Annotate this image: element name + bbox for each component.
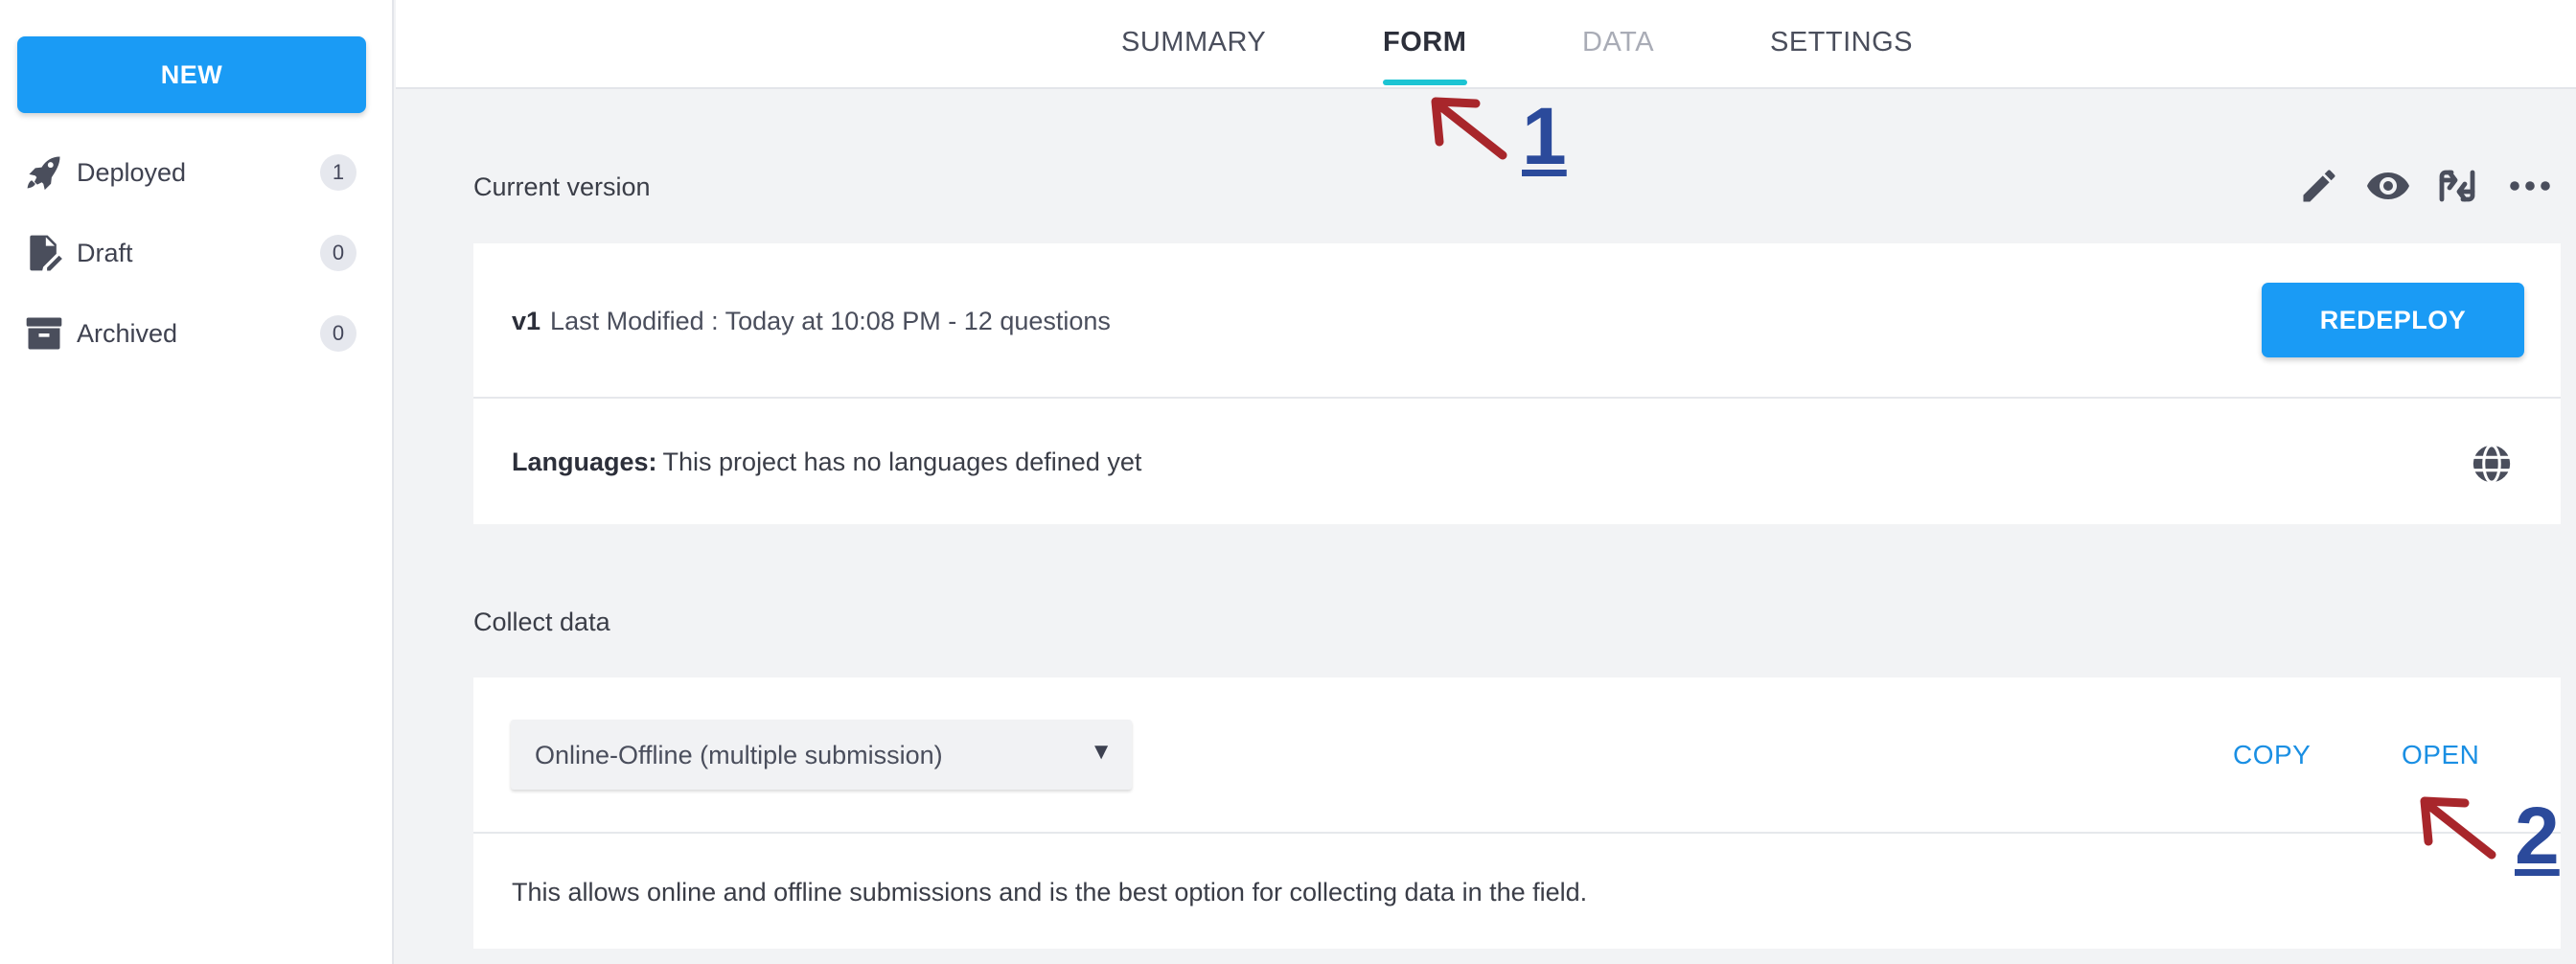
replace-icon[interactable] [2432,161,2482,211]
open-link-button[interactable]: OPEN [2402,740,2479,770]
count-badge: 0 [320,315,356,352]
collect-description: This allows online and offline submissio… [512,878,1588,907]
annotation-number-1: 1 [1522,91,1567,181]
languages-label: Languages: [512,448,657,476]
annotation-number-2: 2 [2515,791,2560,881]
sidebar-item-label: Archived [77,318,178,348]
globe-icon[interactable] [2469,441,2515,487]
draft-icon [23,232,65,274]
annotation-arrow-1 [1431,97,1507,160]
collection-method-select[interactable]: Online-Offline (multiple submission) ▼ [511,720,1132,790]
edit-icon[interactable] [2294,161,2344,211]
copy-link-button[interactable]: COPY [2233,740,2311,770]
preview-icon[interactable] [2363,161,2413,211]
tab-bar [396,0,2576,89]
sidebar-item-deployed[interactable]: Deployed 1 [0,139,394,206]
version-number: v1 [512,307,541,335]
sidebar-item-archived[interactable]: Archived 0 [0,300,394,367]
languages-text: This project has no languages defined ye… [662,448,1142,476]
new-button[interactable]: NEW [17,36,366,113]
collect-data-card [473,677,2561,949]
archive-icon [23,312,65,355]
sidebar-item-label: Deployed [77,157,187,187]
active-tab-indicator [1383,80,1467,85]
more-icon[interactable] [2505,161,2555,211]
divider [473,397,2561,399]
current-version-card [473,243,2561,524]
sidebar-item-label: Draft [77,238,133,267]
redeploy-button[interactable]: REDEPLOY [2262,283,2524,357]
tab-summary[interactable]: SUMMARY [1121,27,1266,58]
divider [473,832,2561,834]
annotation-arrow-2 [2420,796,2496,860]
select-value: Online-Offline (multiple submission) [535,741,943,769]
rocket-icon [23,151,65,194]
languages-row: Languages: This project has no languages … [512,448,1141,477]
section-title-collect-data: Collect data [473,608,610,636]
tab-data[interactable]: DATA [1582,27,1654,58]
section-title-current-version: Current version [473,172,651,201]
tab-settings[interactable]: SETTINGS [1770,27,1913,58]
version-meta: Last Modified : Today at 10:08 PM - 12 q… [550,307,1111,335]
sidebar-item-draft[interactable]: Draft 0 [0,219,394,287]
version-row: v1 Last Modified : Today at 10:08 PM - 12… [512,307,1111,336]
sidebar: NEW Deployed 1 Draft 0 Archived 0 [0,0,394,964]
count-badge: 0 [320,235,356,271]
count-badge: 1 [320,154,356,191]
tab-form[interactable]: FORM [1383,27,1466,58]
caret-down-icon: ▼ [1090,739,1113,765]
